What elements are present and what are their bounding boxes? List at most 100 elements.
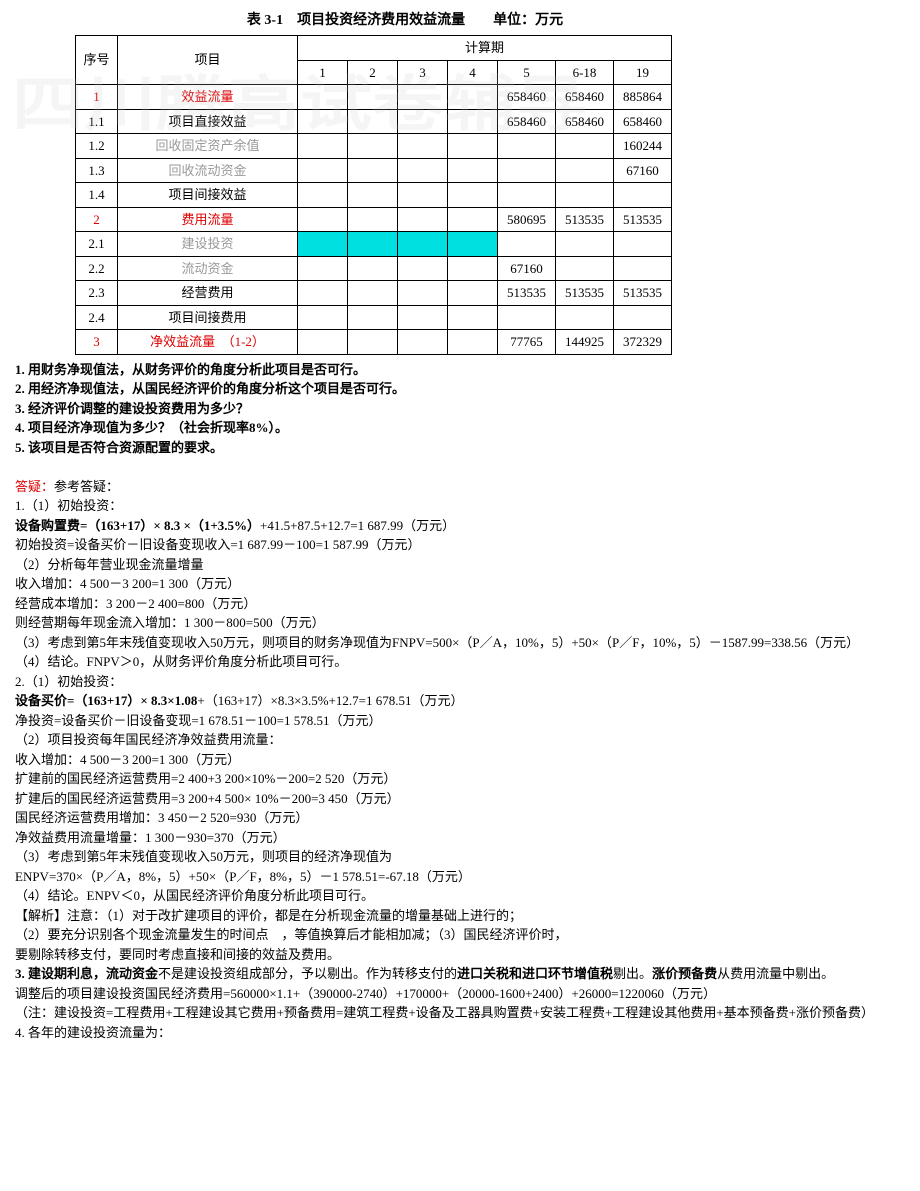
table-row: 1.3回收流动资金67160	[76, 158, 672, 183]
line-11b: +（163+17）×8.3×3.5%+12.7=1 678.51（万元）	[197, 693, 463, 708]
row-cell	[398, 256, 448, 281]
row-cell	[448, 158, 498, 183]
row-cell	[398, 158, 448, 183]
row-cell	[348, 281, 398, 306]
line-26: 调整后的项目建设投资国民经济费用=560000×1.1+（390000-2740…	[15, 984, 905, 1004]
question-list: 1. 用财务净现值法，从财务评价的角度分析此项目是否可行。 2. 用经济净现值法…	[15, 360, 905, 458]
row-cell	[448, 109, 498, 134]
row-cell	[614, 305, 672, 330]
line-5: 收入增加：4 500－3 200=1 300（万元）	[15, 574, 905, 594]
line-22: 【解析】注意：（1）对于改扩建项目的评价，都是在分析现金流量的增量基础上进行的；	[15, 906, 905, 926]
row-seq: 2.3	[76, 281, 118, 306]
line-7: 则经营期每年现金流入增加：1 300－800=500（万元）	[15, 613, 905, 633]
row-cell: 658460	[614, 109, 672, 134]
row-cell	[348, 158, 398, 183]
row-cell	[614, 232, 672, 257]
table-row: 3净效益流量 （1-2）77765144925372329	[76, 330, 672, 355]
row-cell	[498, 134, 556, 159]
row-cell: 372329	[614, 330, 672, 355]
row-cell	[298, 134, 348, 159]
row-cell	[448, 207, 498, 232]
line-13: （2）项目投资每年国民经济净效益费用流量：	[15, 730, 905, 750]
line-3: 初始投资=设备买价－旧设备变现收入=1 687.99－100=1 587.99（…	[15, 535, 905, 555]
table-row: 2.1建设投资	[76, 232, 672, 257]
row-cell	[298, 85, 348, 110]
table-row: 1.2回收固定资产余值160244	[76, 134, 672, 159]
row-seq: 2.1	[76, 232, 118, 257]
row-cell	[298, 232, 348, 257]
table-row: 2费用流量580695513535513535	[76, 207, 672, 232]
row-cell	[448, 232, 498, 257]
question-2: 2. 用经济净现值法，从国民经济评价的角度分析这个项目是否可行。	[15, 379, 905, 399]
line-12: 净投资=设备买价－旧设备变现=1 678.51－100=1 578.51（万元）	[15, 711, 905, 731]
row-cell	[498, 158, 556, 183]
row-cell	[348, 232, 398, 257]
row-item: 净效益流量 （1-2）	[118, 330, 298, 355]
row-cell	[448, 85, 498, 110]
row-cell	[348, 305, 398, 330]
row-cell	[398, 330, 448, 355]
line-1: 1.（1）初始投资：	[15, 496, 905, 516]
table-title: 表 3-1 项目投资经济费用效益流量 单位：万元	[135, 10, 675, 31]
row-cell	[398, 305, 448, 330]
line-10: 2.（1）初始投资：	[15, 672, 905, 692]
line-8: （3）考虑到第5年末残值变现收入50万元，则项目的财务净现值为FNPV=500×…	[15, 633, 905, 653]
row-cell	[614, 183, 672, 208]
answer-heading: 答疑：	[15, 479, 54, 494]
economic-flow-table: 序号 项目 计算期 1 2 3 4 5 6-18 19 1效益流量6584606…	[75, 35, 672, 355]
line-16: 扩建后的国民经济运营费用=3 200+4 500× 10%－200=3 450（…	[15, 789, 905, 809]
row-seq: 1.4	[76, 183, 118, 208]
line-27: （注：建设投资=工程费用+工程建设其它费用+预备费用=建筑工程费+设备及工器具购…	[15, 1003, 905, 1023]
row-cell	[298, 183, 348, 208]
row-cell: 144925	[556, 330, 614, 355]
period-2: 2	[348, 60, 398, 85]
line-19: （3）考虑到第5年末残值变现收入50万元，则项目的经济净现值为	[15, 847, 905, 867]
row-seq: 1.3	[76, 158, 118, 183]
row-cell: 513535	[556, 281, 614, 306]
row-cell	[448, 256, 498, 281]
row-cell: 658460	[498, 85, 556, 110]
line-23: （2）要充分识别各个现金流量发生的时间点 ，等值换算后才能相加减；（3）国民经济…	[15, 925, 905, 945]
line-2b: +41.5+87.5+12.7=1 687.99（万元）	[260, 518, 455, 533]
row-seq: 3	[76, 330, 118, 355]
line-14: 收入增加：4 500－3 200=1 300（万元）	[15, 750, 905, 770]
period-19: 19	[614, 60, 672, 85]
row-cell	[448, 281, 498, 306]
row-cell: 885864	[614, 85, 672, 110]
row-cell	[348, 85, 398, 110]
row-cell: 513535	[614, 281, 672, 306]
row-cell	[348, 330, 398, 355]
line-17: 国民经济运营费用增加：3 450－2 520=930（万元）	[15, 808, 905, 828]
row-item: 项目间接效益	[118, 183, 298, 208]
row-cell	[298, 281, 348, 306]
row-item: 经营费用	[118, 281, 298, 306]
row-cell	[498, 305, 556, 330]
line-11a: 设备买价=（163+17）× 8.3×1.08	[15, 693, 197, 708]
table-row: 1效益流量658460658460885864	[76, 85, 672, 110]
header-calc-period: 计算期	[298, 36, 672, 61]
header-item: 项目	[118, 36, 298, 85]
row-cell	[448, 183, 498, 208]
line-6: 经营成本增加：3 200－2 400=800（万元）	[15, 594, 905, 614]
table-row: 2.4项目间接费用	[76, 305, 672, 330]
row-cell	[448, 134, 498, 159]
period-1: 1	[298, 60, 348, 85]
row-cell	[448, 330, 498, 355]
line-25d: 剔出。	[613, 966, 652, 981]
period-3: 3	[398, 60, 448, 85]
row-cell: 658460	[556, 85, 614, 110]
row-item: 项目间接费用	[118, 305, 298, 330]
row-item: 效益流量	[118, 85, 298, 110]
row-cell: 67160	[614, 158, 672, 183]
row-cell: 580695	[498, 207, 556, 232]
row-cell	[398, 109, 448, 134]
row-cell	[348, 109, 398, 134]
row-cell	[348, 207, 398, 232]
line-4: （2）分析每年营业现金流量增量	[15, 555, 905, 575]
row-cell	[556, 256, 614, 281]
row-cell	[398, 232, 448, 257]
row-cell	[556, 305, 614, 330]
line-15: 扩建前的国民经济运营费用=2 400+3 200×10%－200=2 520（万…	[15, 769, 905, 789]
row-cell: 513535	[614, 207, 672, 232]
row-cell	[298, 330, 348, 355]
